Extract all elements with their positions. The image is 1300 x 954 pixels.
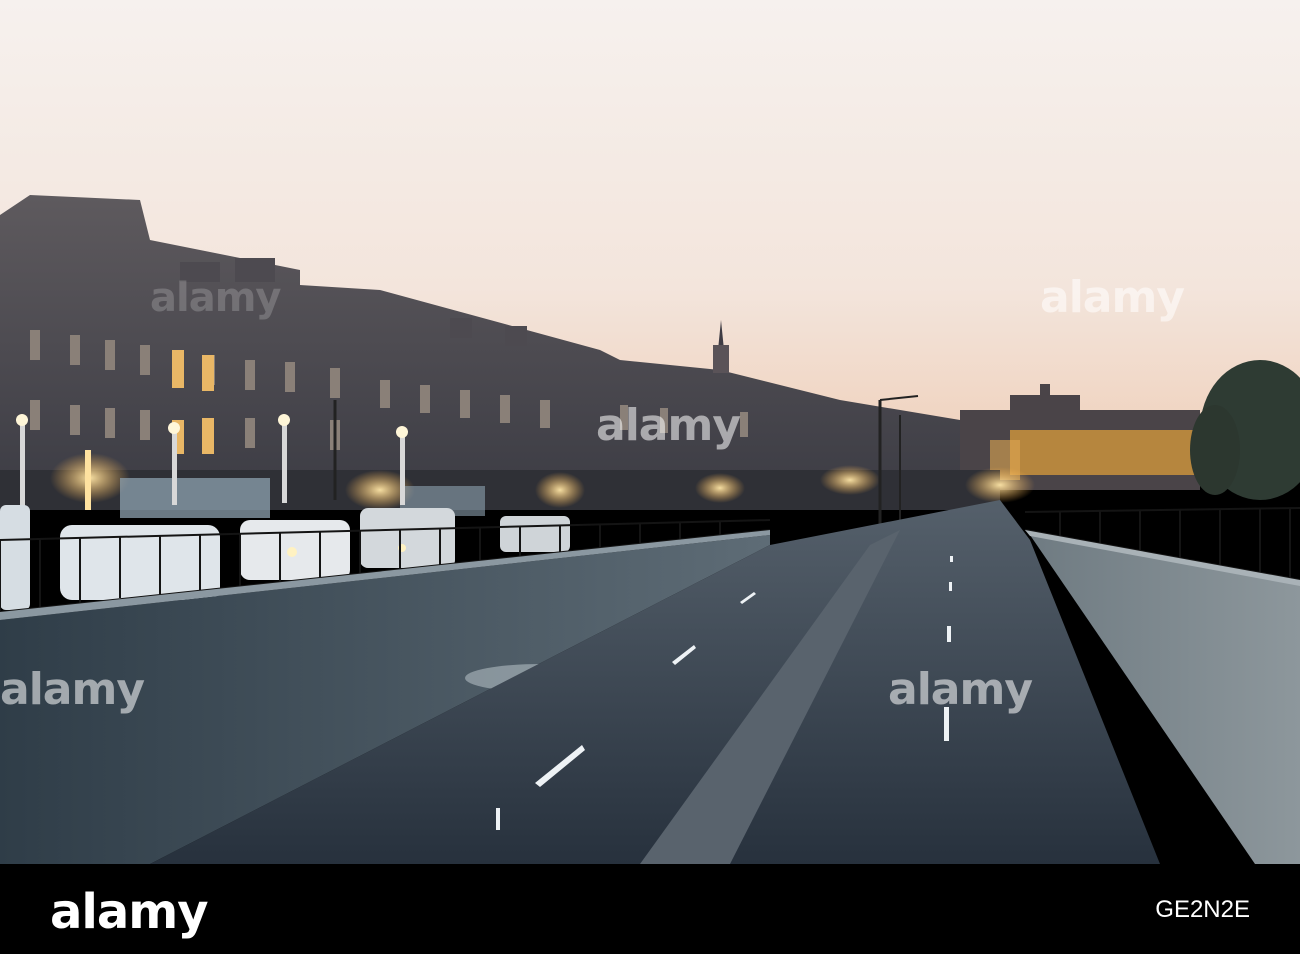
image-id: GE2N2E bbox=[1155, 896, 1250, 923]
watermark-bottom-right: alamy bbox=[888, 664, 1033, 715]
watermark-bottom-left: alamy bbox=[0, 664, 145, 715]
watermark-top-right: alamy bbox=[1040, 272, 1185, 323]
watermark-top-left: alamy bbox=[150, 275, 281, 321]
watermark-middle: alamy bbox=[596, 400, 741, 451]
tram-shelter bbox=[120, 478, 270, 518]
footer-logo: alamy bbox=[50, 884, 209, 940]
footer-bar: alamy GE2N2E bbox=[0, 864, 1300, 954]
